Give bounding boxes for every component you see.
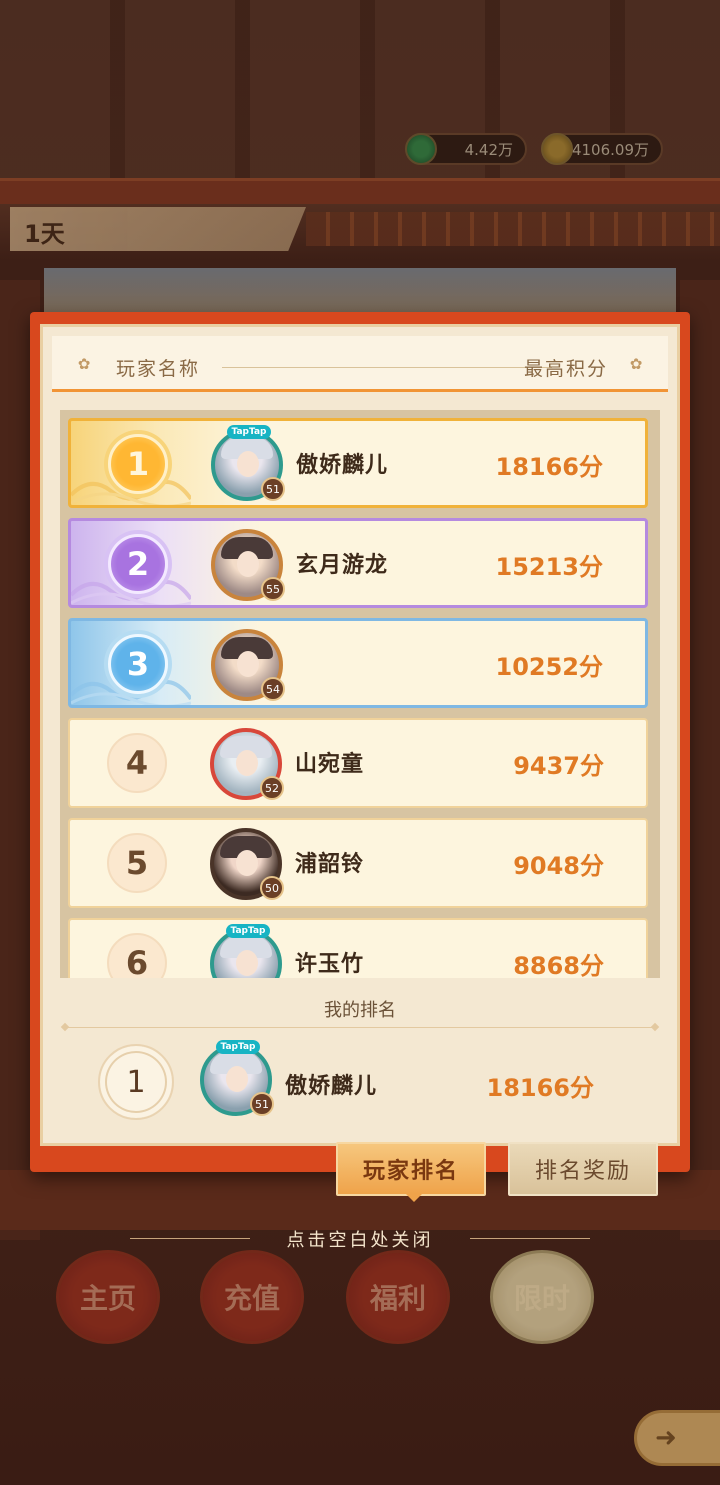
player-score: 8868分 [513,952,604,978]
avatar-face [236,750,258,776]
level-badge: 55 [261,577,285,601]
level-badge: 54 [261,677,285,701]
level-badge: 50 [260,876,284,900]
my-ranking-title: 我的排名 [324,1000,396,1021]
rank-number: 2 [108,534,168,594]
player-score: 18166分 [495,453,604,481]
player-avatar[interactable]: 55 [211,529,285,601]
day-tab: 1天 [10,207,306,251]
nav-recharge-button[interactable]: 充值 [200,1250,304,1344]
player-avatar[interactable]: 50 [210,828,284,900]
player-avatar[interactable]: 54 [211,629,285,701]
taptap-badge: TapTap [227,425,271,439]
jade-amount: 4.42万 [464,140,513,159]
player-name: 许玉竹 [295,952,365,977]
rank-number: 3 [108,634,168,694]
header-player-name: 玩家名称 [116,358,201,380]
tab-player-ranking[interactable]: 玩家排名 [336,1142,486,1202]
avatar-face [237,651,259,677]
background-beam [0,178,720,204]
ranking-list[interactable]: 1 TapTap 51 傲娇麟儿 18166分 2 55 玄月游龙 15213分… [60,410,660,978]
jade-currency[interactable]: 4.42万 [405,133,527,165]
avatar-face [236,850,258,876]
avatar-face [226,1066,248,1092]
back-arrow-icon: ➜ [655,1423,677,1453]
my-avatar[interactable]: TapTap 51 [200,1040,274,1116]
player-name: 傲娇麟儿 [296,453,389,478]
gold-currency[interactable]: 4106.09万 [541,133,663,165]
close-hint: 点击空白处关闭 [130,1226,590,1251]
taptap-badge: TapTap [226,924,270,938]
level-badge: 52 [260,776,284,800]
player-avatar[interactable]: TapTap [210,924,282,978]
ranking-row[interactable]: 4 52 山宛童 9437分 [68,718,648,808]
gold-amount: 4106.09万 [571,140,649,159]
back-button[interactable]: ➜ [634,1410,720,1466]
player-score: 9437分 [513,752,604,780]
level-badge: 51 [261,477,285,501]
player-avatar[interactable]: 52 [210,728,284,800]
level-badge: 51 [250,1092,274,1116]
nav-home-button[interactable]: 主页 [56,1250,160,1344]
my-ranking-divider [66,1027,654,1028]
nav-welfare-button[interactable]: 福利 [346,1250,450,1344]
column-header: ✿ 玩家名称 最高积分 ✿ [52,336,668,392]
background-rail [306,212,720,246]
avatar-face [237,551,259,577]
rank-number: 5 [107,833,167,893]
my-score: 18166分 [486,1074,595,1102]
player-score: 10252分 [495,653,604,681]
ranking-row[interactable]: 3 54 10252分 [68,618,648,708]
player-score: 15213分 [495,553,604,581]
player-name: 浦韶铃 [295,852,365,877]
my-ranking-row: 1 TapTap 51 傲娇麟儿 18166分 [60,1036,660,1128]
jade-coin-icon [405,133,437,165]
rank-number: 1 [108,434,168,494]
header-divider [222,367,552,368]
tab-ranking-rewards[interactable]: 排名奖励 [508,1142,658,1196]
flower-icon: ✿ [77,355,91,373]
avatar-face [236,950,258,976]
rank-number: 4 [107,733,167,793]
player-name: 玄月游龙 [296,553,389,578]
player-name: 山宛童 [295,752,365,777]
ranking-row[interactable]: 2 55 玄月游龙 15213分 [68,518,648,608]
taptap-badge: TapTap [216,1040,260,1054]
flower-icon: ✿ [629,355,643,373]
header-top-score: 最高积分 [524,358,609,380]
rank-number: 6 [107,933,167,978]
nav-limited-button[interactable]: 限时 [490,1250,594,1344]
my-rank-number: 1 [98,1044,174,1120]
ranking-row[interactable]: 5 50 浦韶铃 9048分 [68,818,648,908]
player-avatar[interactable]: TapTap 51 [211,425,285,501]
avatar-face [237,451,259,477]
gold-coin-icon [541,133,573,165]
player-score: 9048分 [513,852,604,880]
ranking-row[interactable]: 6 TapTap 许玉竹 8868分 [68,918,648,978]
ranking-row[interactable]: 1 TapTap 51 傲娇麟儿 18166分 [68,418,648,508]
my-player-name: 傲娇麟儿 [285,1074,378,1099]
